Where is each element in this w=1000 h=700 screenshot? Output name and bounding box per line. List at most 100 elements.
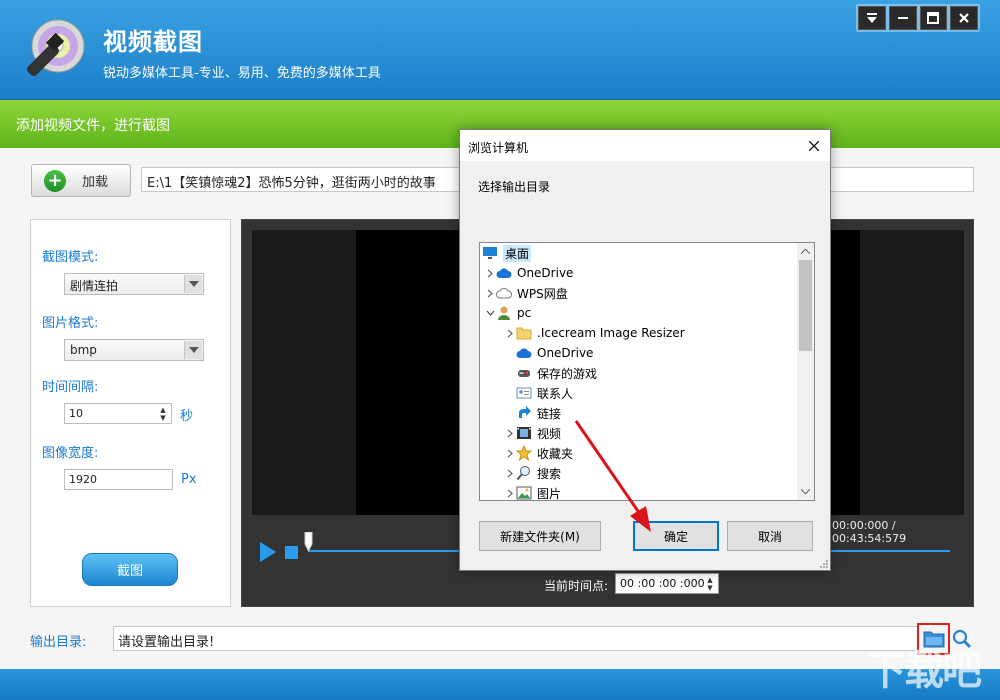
close-icon [809, 141, 819, 151]
load-video-label: 加载 [82, 175, 109, 190]
link-icon [516, 405, 532, 421]
dialog-close-button[interactable] [804, 136, 824, 156]
tree-item-label: pc [517, 306, 532, 320]
timeline-thumb-icon [304, 531, 313, 553]
minimize-button[interactable] [888, 6, 917, 30]
tree-item-label: 视频 [537, 426, 562, 441]
load-video-button[interactable]: + 加载 [31, 164, 131, 197]
tree-item[interactable]: 保存的游戏 [504, 363, 597, 383]
games-icon [516, 365, 532, 381]
dialog-title: 浏览计算机 [468, 141, 529, 155]
tree-item[interactable]: 联系人 [504, 383, 573, 403]
cloud-outline-icon [496, 285, 512, 301]
ok-button[interactable]: 确定 [633, 521, 719, 551]
spinner-arrows-icon[interactable]: ▲ ▼ [156, 405, 170, 422]
video-icon [516, 425, 532, 441]
tree-item-label: 链接 [537, 406, 562, 421]
folder-icon [516, 325, 532, 341]
time-interval-label: 时间间隔: [42, 380, 99, 395]
app-title: 视频截图 [103, 28, 203, 56]
current-time-input[interactable]: 00 :00 :00 :000 ▲ ▼ [615, 573, 719, 594]
banner-text: 添加视频文件，进行截图 [16, 118, 170, 134]
tree-item[interactable]: 搜索 [504, 463, 561, 483]
window-controls [856, 4, 980, 32]
image-format-label: 图片格式: [42, 316, 99, 331]
current-time-value: 00 :00 :00 :000 [620, 577, 705, 590]
chevron-right-icon[interactable] [504, 323, 516, 343]
output-dir-input[interactable]: 请设置输出目录! [113, 626, 921, 651]
tree-item[interactable]: pc [484, 303, 531, 323]
watermark-logo: 下载吧 [866, 648, 982, 694]
output-dir-placeholder: 请设置输出目录! [118, 635, 215, 650]
tree-item[interactable]: 桌面 [480, 243, 532, 263]
chevron-down-icon [184, 275, 202, 293]
tree-item-label: OneDrive [517, 266, 574, 280]
chevron-right-icon[interactable] [504, 483, 516, 500]
chevron-right-icon[interactable] [484, 263, 496, 283]
search-icon [516, 465, 532, 481]
minimize-icon [897, 17, 908, 19]
capture-mode-select[interactable]: 剧情连拍 [64, 273, 204, 295]
tree-scrollbar[interactable] [797, 243, 814, 500]
tree-item-label: .Icecream Image Resizer [537, 326, 685, 340]
image-format-value: bmp [70, 343, 97, 357]
tree-item-label: 收藏夹 [537, 446, 574, 461]
scroll-up-icon[interactable] [797, 243, 814, 260]
maximize-icon [927, 12, 940, 24]
capture-mode-label: 截图模式: [42, 250, 99, 265]
play-button[interactable] [260, 542, 276, 565]
app-subtitle: 锐动多媒体工具-专业、易用、免费的多媒体工具 [103, 66, 381, 81]
scroll-thumb[interactable] [799, 260, 812, 351]
tree-item[interactable]: 图片 [504, 483, 562, 501]
image-width-unit: Px [181, 472, 197, 487]
contacts-icon [516, 385, 532, 401]
star-icon [516, 445, 532, 461]
tree-item[interactable]: OneDrive [484, 263, 573, 283]
app-logo-icon [18, 16, 90, 88]
cloud-icon [496, 265, 512, 281]
spinner-arrows-icon[interactable]: ▲ ▼ [703, 575, 717, 592]
chevron-down-icon[interactable] [484, 303, 496, 323]
tree-item-label: 搜索 [537, 466, 562, 481]
tree-item-label: WPS网盘 [517, 286, 568, 301]
tree-item[interactable]: WPS网盘 [484, 283, 568, 303]
timeline-thumb[interactable] [304, 531, 313, 555]
cancel-button[interactable]: 取消 [727, 521, 813, 551]
tree-item[interactable]: 链接 [504, 403, 561, 423]
tree-item-label: 保存的游戏 [537, 366, 598, 381]
close-button[interactable] [950, 6, 978, 30]
chevron-right-icon[interactable] [504, 443, 516, 463]
time-interval-value: 10 [69, 407, 83, 420]
image-format-select[interactable]: bmp [64, 339, 204, 361]
time-interval-input[interactable]: 10 ▲ ▼ [64, 403, 172, 424]
capture-button[interactable]: 截图 [82, 553, 178, 586]
chevron-right-icon[interactable] [504, 463, 516, 483]
tree-item[interactable]: 视频 [504, 423, 561, 443]
tree-item-label: 联系人 [537, 386, 574, 401]
stop-button[interactable] [285, 546, 298, 559]
scroll-down-icon[interactable] [797, 483, 814, 500]
chevron-right-icon[interactable] [504, 423, 516, 443]
tree-item[interactable]: OneDrive [504, 343, 593, 363]
desktop-icon [482, 245, 498, 261]
tree-item-label: OneDrive [537, 346, 594, 360]
picture-icon [516, 485, 532, 500]
new-folder-button[interactable]: 新建文件夹(M) [479, 521, 601, 551]
menu-dropdown-icon [866, 13, 877, 23]
cloud-icon [516, 345, 532, 361]
resize-grip-icon[interactable] [819, 559, 829, 569]
dialog-titlebar: 浏览计算机 [460, 130, 830, 161]
tree-item[interactable]: .Icecream Image Resizer [504, 323, 685, 343]
tree-item[interactable]: 收藏夹 [504, 443, 573, 463]
menu-dropdown-button[interactable] [858, 6, 886, 30]
image-width-input[interactable]: 1920 [64, 469, 173, 490]
tree-item-label: 桌面 [503, 244, 532, 262]
tree-item-label: 图片 [537, 486, 562, 501]
maximize-button[interactable] [919, 6, 948, 30]
chevron-right-icon[interactable] [484, 283, 496, 303]
time-display: 00:00:000 / 00:43:54:579 [832, 519, 907, 545]
